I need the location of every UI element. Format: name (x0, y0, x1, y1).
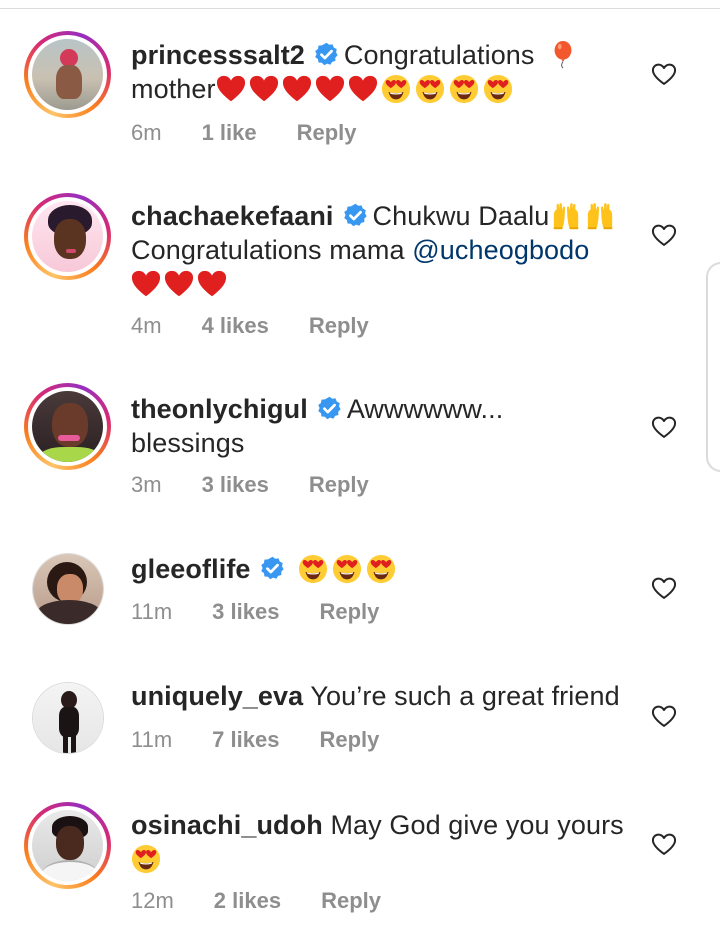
reply-button[interactable]: Reply (321, 888, 381, 914)
avatar-frame[interactable] (32, 553, 104, 625)
red-heart-icon (216, 74, 246, 104)
like-heart-icon[interactable] (650, 830, 678, 858)
like-heart-icon[interactable] (650, 60, 678, 88)
comment-likes[interactable]: 3 likes (202, 472, 269, 498)
comment-text-line2: mother (131, 74, 216, 104)
verified-badge-icon (313, 41, 340, 68)
comment-username[interactable]: chachaekefaani (131, 201, 334, 231)
verified-badge-icon (342, 202, 369, 229)
mention-link[interactable]: @ucheogbodo (412, 235, 589, 265)
like-heart-icon[interactable] (650, 413, 678, 441)
comment-username[interactable]: uniquely_eva (131, 681, 303, 711)
comment-time: 3m (131, 472, 162, 497)
red-heart-icon (282, 74, 312, 104)
story-ring[interactable] (24, 31, 111, 118)
reply-button[interactable]: Reply (319, 727, 379, 753)
comment-text: Chukwu Daalu (372, 201, 550, 231)
avatar[interactable] (33, 683, 103, 753)
heart-eyes-icon (366, 554, 396, 584)
comment-likes[interactable]: 1 like (202, 120, 257, 146)
avatar[interactable] (32, 201, 103, 272)
raised-hands-icon (585, 201, 615, 231)
avatar[interactable] (32, 39, 103, 110)
heart-eyes-icon (131, 844, 161, 874)
comment-time: 6m (131, 120, 162, 145)
heart-eyes-icon (483, 74, 513, 104)
avatar-frame[interactable] (32, 682, 104, 754)
comment-text: Congratulations (343, 40, 535, 70)
heart-eyes-icon (449, 74, 479, 104)
comment-username[interactable]: theonlychigul (131, 394, 308, 424)
like-heart-icon[interactable] (650, 574, 678, 602)
comment-text: May God give you yours (330, 810, 624, 840)
like-heart-icon[interactable] (650, 702, 678, 730)
comment-username[interactable]: gleeoflife (131, 554, 251, 584)
comment-time: 4m (131, 313, 162, 338)
red-heart-icon (131, 269, 161, 299)
reply-button[interactable]: Reply (309, 313, 369, 339)
story-ring[interactable] (24, 193, 111, 280)
heart-eyes-icon (415, 74, 445, 104)
reply-button[interactable]: Reply (319, 599, 379, 625)
scroll-handle[interactable] (706, 262, 720, 472)
comment-text: Awwwwww... (346, 394, 504, 424)
red-heart-icon (249, 74, 279, 104)
comment-text-line2: Congratulations mama (131, 235, 413, 265)
balloon-icon (548, 40, 578, 70)
reply-button[interactable]: Reply (309, 472, 369, 498)
heart-eyes-icon (332, 554, 362, 584)
comment-text: You’re such a great friend (310, 681, 620, 711)
comment-time: 12m (131, 888, 174, 913)
comment-likes[interactable]: 4 likes (202, 313, 269, 339)
avatar[interactable] (33, 554, 103, 624)
comment-likes[interactable]: 2 likes (214, 888, 281, 914)
avatar[interactable] (32, 391, 103, 462)
comment-likes[interactable]: 7 likes (212, 727, 279, 753)
raised-hands-icon (551, 201, 581, 231)
comment-text-line2: blessings (131, 428, 245, 458)
top-divider (0, 8, 720, 9)
verified-badge-icon (259, 555, 286, 582)
story-ring[interactable] (24, 383, 111, 470)
red-heart-icon (315, 74, 345, 104)
heart-eyes-icon (381, 74, 411, 104)
story-ring[interactable] (24, 802, 111, 889)
verified-badge-icon (316, 395, 343, 422)
comment-time: 11m (131, 727, 173, 752)
comment-username[interactable]: osinachi_udoh (131, 810, 323, 840)
red-heart-icon (197, 269, 227, 299)
avatar[interactable] (32, 810, 103, 881)
heart-eyes-icon (298, 554, 328, 584)
reply-button[interactable]: Reply (297, 120, 357, 146)
like-heart-icon[interactable] (650, 221, 678, 249)
red-heart-icon (164, 269, 194, 299)
comment-time: 11m (131, 599, 173, 624)
red-heart-icon (348, 74, 378, 104)
comment-username[interactable]: princesssalt2 (131, 40, 305, 70)
comment-likes[interactable]: 3 likes (212, 599, 279, 625)
